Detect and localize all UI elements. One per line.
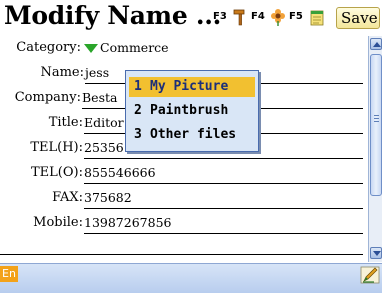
fax-underline — [84, 208, 363, 209]
input-mode-button[interactable]: En — [0, 266, 18, 282]
save-button[interactable]: Save — [336, 7, 380, 29]
menu-item-my-picture[interactable]: 1 My Picture — [129, 77, 255, 97]
insert-picture-menu: 1 My Picture 2 Paintbrush 3 Other files — [125, 70, 259, 152]
mobile-label: Mobile: — [33, 215, 83, 230]
f4-key-label: F4 — [251, 11, 265, 22]
hammer-icon[interactable] — [232, 8, 248, 26]
name-field[interactable]: jess — [85, 65, 109, 80]
mobile-field[interactable]: 13987267856 — [84, 215, 171, 230]
f3-key-label: F3 — [213, 11, 227, 22]
vertical-scrollbar[interactable] — [368, 36, 382, 262]
mobile-row: Mobile: 13987267856 — [0, 213, 366, 234]
page-title: Modify Name ... — [4, 1, 222, 30]
tel-office-field[interactable]: 855546666 — [84, 165, 156, 180]
blank-underline — [0, 254, 363, 255]
scroll-down-button[interactable] — [370, 247, 382, 259]
tel-office-underline — [84, 183, 363, 184]
title-field[interactable]: Editor — [84, 115, 124, 130]
dropdown-arrow-icon[interactable] — [84, 44, 98, 53]
title-bar: Modify Name ... F3 F4 F5 Save — [0, 0, 382, 34]
chevron-down-icon — [373, 251, 381, 256]
tel-home-field[interactable]: 25356 — [84, 140, 124, 155]
tel-home-underline — [84, 158, 363, 159]
fax-field[interactable]: 375682 — [84, 190, 132, 205]
tel-office-row: TEL(O): 855546666 — [0, 163, 366, 184]
company-field[interactable]: Besta — [82, 90, 117, 105]
scroll-up-button[interactable] — [370, 38, 382, 50]
category-value[interactable]: Commerce — [100, 40, 169, 55]
fax-label: FAX: — [52, 190, 83, 205]
flower-icon[interactable] — [270, 8, 286, 26]
category-row[interactable]: Category: Commerce — [0, 38, 366, 58]
name-label: Name: — [40, 65, 84, 80]
title-label: Title: — [48, 115, 83, 130]
company-label: Company: — [14, 90, 81, 105]
status-bar: En — [0, 263, 382, 293]
pen-icon[interactable] — [360, 266, 380, 284]
tel-office-label: TEL(O): — [31, 165, 83, 180]
tel-home-label: TEL(H): — [30, 140, 83, 155]
scroll-thumb[interactable] — [370, 54, 382, 196]
mobile-underline — [84, 233, 363, 234]
chevron-up-icon — [373, 42, 381, 47]
menu-item-other-files[interactable]: 3 Other files — [129, 125, 255, 145]
menu-item-paintbrush[interactable]: 2 Paintbrush — [129, 101, 255, 121]
f5-key-label: F5 — [289, 11, 303, 22]
category-label: Category: — [16, 40, 81, 55]
notepad-icon[interactable] — [309, 8, 325, 26]
fax-row: FAX: 375682 — [0, 188, 366, 209]
